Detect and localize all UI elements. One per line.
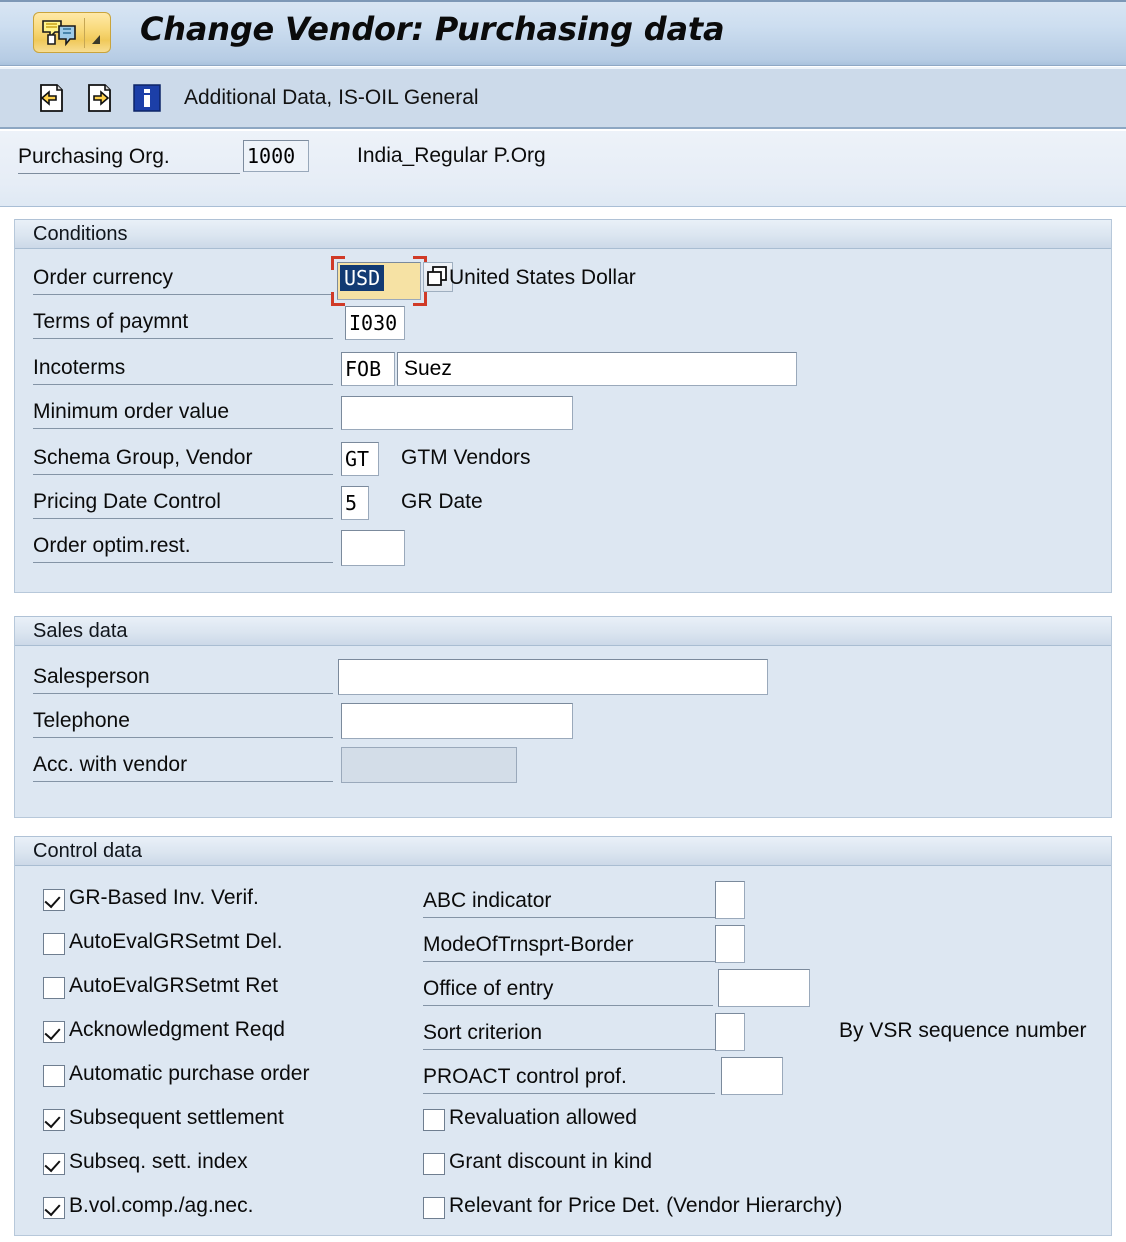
sales-data-group: Sales data Salesperson Telephone Acc. wi… xyxy=(14,616,1112,818)
schema-group-vendor-description: GTM Vendors xyxy=(401,446,531,469)
sort-criterion-description: By VSR sequence number xyxy=(839,1019,1087,1042)
order-currency-value: USD xyxy=(340,265,385,291)
telephone-row: Telephone xyxy=(15,703,1111,747)
caret-down-icon[interactable] xyxy=(92,35,100,44)
window-title-bar: Change Vendor: Purchasing data xyxy=(0,0,1126,66)
terms-of-paymnt-label: Terms of paymnt xyxy=(33,310,333,339)
salesperson-row: Salesperson xyxy=(15,659,1111,703)
order-optim-rest-row: Order optim.rest. xyxy=(15,528,1111,572)
purchasing-org-description: India_Regular P.Org xyxy=(357,144,546,167)
order-optim-rest-input[interactable] xyxy=(341,530,405,566)
checkbox-box[interactable] xyxy=(423,1109,445,1131)
acc-with-vendor-input xyxy=(341,747,517,783)
system-menu-button[interactable] xyxy=(33,12,111,53)
checkbox-label: Subseq. sett. index xyxy=(69,1150,248,1173)
order-currency-row: Order currency USD United States Dollar xyxy=(15,256,1111,306)
salesperson-label: Salesperson xyxy=(33,665,333,694)
checkbox-box[interactable] xyxy=(43,1109,65,1131)
checkbox-label: Grant discount in kind xyxy=(449,1150,653,1173)
proact-control-prof-row: PROACT control prof. xyxy=(15,1057,1111,1103)
mode-of-trnsprt-border-row: ModeOfTrnsprt-Border xyxy=(15,925,1111,971)
pricing-date-control-input[interactable]: 5 xyxy=(341,486,369,520)
office-of-entry-row: Office of entry xyxy=(15,969,1111,1015)
proact-control-prof-label: PROACT control prof. xyxy=(423,1065,715,1094)
incoterms-row: Incoterms FOB Suez xyxy=(15,350,1111,394)
toolbar-label: Additional Data, IS-OIL General xyxy=(184,86,479,109)
pricing-date-control-description: GR Date xyxy=(401,490,483,513)
mode-of-trnsprt-border-input[interactable] xyxy=(715,925,745,963)
checkbox-box[interactable] xyxy=(423,1153,445,1175)
minimum-order-value-label: Minimum order value xyxy=(33,400,333,429)
checkbox-box[interactable] xyxy=(43,1153,65,1175)
checkbox-label: Subsequent settlement xyxy=(69,1106,284,1129)
salesperson-input[interactable] xyxy=(338,659,768,695)
previous-page-icon[interactable] xyxy=(36,83,66,113)
proact-control-prof-input[interactable] xyxy=(721,1057,783,1095)
control-data-group-title: Control data xyxy=(33,840,142,862)
order-currency-input[interactable]: USD xyxy=(337,262,421,300)
next-page-icon[interactable] xyxy=(84,83,114,113)
conditions-group-title: Conditions xyxy=(33,223,128,245)
abc-indicator-label: ABC indicator xyxy=(423,889,723,918)
pricing-date-control-label: Pricing Date Control xyxy=(33,490,333,519)
sort-criterion-label: Sort criterion xyxy=(423,1021,723,1050)
telephone-input[interactable] xyxy=(341,703,573,739)
conditions-group: Conditions Order currency USD United Sta… xyxy=(14,219,1112,593)
minimum-order-value-input[interactable] xyxy=(341,396,573,430)
checkbox-box[interactable] xyxy=(43,1197,65,1219)
info-icon[interactable] xyxy=(132,83,162,113)
pricing-date-control-row: Pricing Date Control 5 GR Date xyxy=(15,484,1111,528)
purchasing-org-label: Purchasing Org. xyxy=(18,145,240,174)
order-optim-rest-label: Order optim.rest. xyxy=(33,534,333,563)
office-of-entry-input[interactable] xyxy=(718,969,810,1007)
schema-group-vendor-input[interactable]: GT xyxy=(341,442,379,476)
control-data-group-header: Control data xyxy=(15,836,1111,866)
conditions-group-header: Conditions xyxy=(15,219,1111,249)
acc-with-vendor-label: Acc. with vendor xyxy=(33,753,333,782)
terms-of-paymnt-input[interactable]: I030 xyxy=(345,306,405,340)
checkbox-label: B.vol.comp./ag.nec. xyxy=(69,1194,254,1217)
telephone-label: Telephone xyxy=(33,709,333,738)
purchasing-org-strip: Purchasing Org. 1000 India_Regular P.Org xyxy=(0,131,1126,207)
sales-data-group-title: Sales data xyxy=(33,620,128,642)
sales-data-group-header: Sales data xyxy=(15,616,1111,646)
minimum-order-value-row: Minimum order value xyxy=(15,394,1111,438)
incoterms-location-input[interactable]: Suez xyxy=(397,352,797,386)
order-currency-label: Order currency xyxy=(33,266,333,295)
incoterms-code-input[interactable]: FOB xyxy=(341,352,395,386)
mode-of-trnsprt-border-label: ModeOfTrnsprt-Border xyxy=(423,933,723,962)
title-button-divider xyxy=(84,18,85,48)
checkbox-box[interactable] xyxy=(423,1197,445,1219)
office-of-entry-label: Office of entry xyxy=(423,977,713,1006)
acc-with-vendor-row: Acc. with vendor xyxy=(15,747,1111,791)
incoterms-label: Incoterms xyxy=(33,356,333,385)
checkbox-label: Relevant for Price Det. (Vendor Hierarch… xyxy=(449,1194,843,1217)
terms-of-paymnt-row: Terms of paymnt I030 xyxy=(15,304,1111,348)
schema-group-vendor-row: Schema Group, Vendor GT GTM Vendors xyxy=(15,440,1111,484)
sort-criterion-input[interactable] xyxy=(715,1013,745,1051)
abc-indicator-input[interactable] xyxy=(715,881,745,919)
application-toolbar: Additional Data, IS-OIL General xyxy=(0,67,1126,129)
checkbox-label: Revaluation allowed xyxy=(449,1106,637,1129)
purchasing-org-input[interactable]: 1000 xyxy=(243,140,309,172)
vendor-document-icon xyxy=(41,18,79,53)
abc-indicator-row: ABC indicator xyxy=(15,881,1111,927)
order-currency-description: United States Dollar xyxy=(449,266,636,289)
sort-criterion-row: Sort criterion By VSR sequence number xyxy=(15,1013,1111,1059)
schema-group-vendor-label: Schema Group, Vendor xyxy=(33,446,333,475)
control-data-group: Control data GR-Based Inv. Verif. AutoEv… xyxy=(14,836,1112,1236)
page-title: Change Vendor: Purchasing data xyxy=(140,10,725,48)
